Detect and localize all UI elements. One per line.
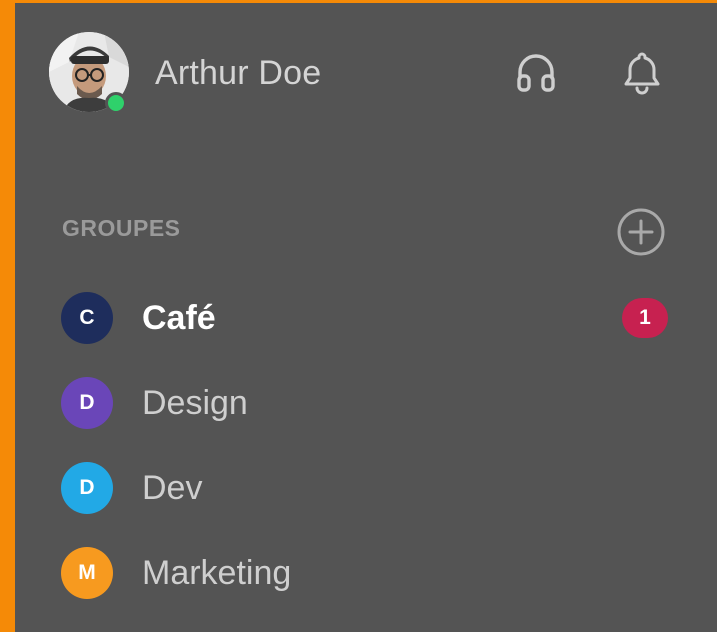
headset-icon [517,54,555,92]
groups-section-title: GROUPES [62,215,181,241]
group-name: Design [142,384,248,422]
group-name: Marketing [142,554,292,592]
group-avatar: D [61,462,113,514]
group-item-design[interactable]: D Design [15,360,717,445]
group-list: C Café 1 D Design D Dev M Marketing [15,275,717,615]
group-name: Dev [142,469,203,507]
unread-count-badge: 1 [622,298,668,338]
group-avatar: D [61,377,113,429]
group-avatar: C [61,292,113,344]
group-name: Café [142,299,216,337]
bell-icon [624,52,660,95]
add-group-button[interactable] [615,206,667,258]
sidebar-panel: Arthur Doe GROUPES C Café 1 D Design D D… [15,3,717,632]
group-avatar: M [61,547,113,599]
user-header: Arthur Doe [15,3,717,143]
online-status-indicator [105,92,127,114]
group-item-marketing[interactable]: M Marketing [15,530,717,615]
notifications-button[interactable] [614,44,670,100]
group-item-cafe[interactable]: C Café 1 [15,275,717,360]
headset-button[interactable] [508,44,564,100]
user-name: Arthur Doe [155,54,322,92]
add-circle-icon [617,208,665,256]
group-item-dev[interactable]: D Dev [15,445,717,530]
